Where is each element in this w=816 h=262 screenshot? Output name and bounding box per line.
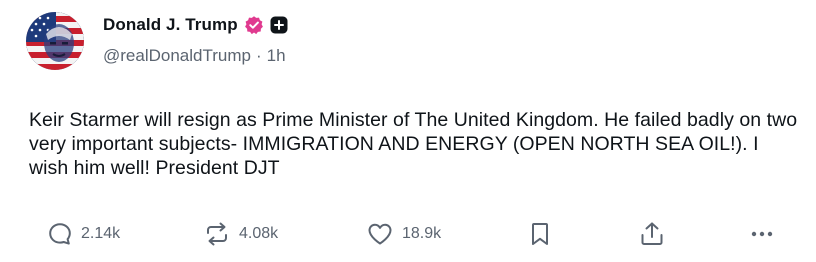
repost-count: 4.08k <box>239 225 279 242</box>
author-display-name[interactable]: Donald J. Trump <box>103 15 238 35</box>
bookmark-icon <box>528 220 552 248</box>
author-handle[interactable]: @realDonaldTrump <box>103 46 251 66</box>
bookmark-button[interactable] <box>528 216 552 252</box>
repost-button[interactable]: 4.08k <box>203 216 278 252</box>
avatar-flag-portrait-icon <box>26 12 84 70</box>
plus-badge-icon <box>270 16 288 34</box>
heart-icon <box>366 221 394 247</box>
post-timestamp[interactable]: 1h <box>267 46 286 66</box>
author-name-row: Donald J. Trump <box>103 12 288 38</box>
reply-bubble-icon <box>47 221 73 247</box>
more-dots-icon <box>748 221 776 247</box>
post-header: Donald J. Trump @realDonaldTrump · 1h <box>103 12 288 70</box>
more-options-button[interactable] <box>748 216 776 252</box>
meta-separator: · <box>255 46 262 65</box>
share-upload-icon <box>638 220 666 248</box>
repost-arrows-icon <box>203 221 231 247</box>
reply-count: 2.14k <box>81 225 121 242</box>
post-card: Donald J. Trump @realDonaldTrump · 1h Ke… <box>0 0 816 262</box>
post-actions-bar: 2.14k 4.08k 18.9k <box>0 216 816 252</box>
avatar[interactable] <box>26 12 84 70</box>
verified-badge-icon <box>244 15 264 35</box>
post-text: Keir Starmer will resign as Prime Minist… <box>29 109 798 179</box>
like-button[interactable]: 18.9k <box>366 216 441 252</box>
reply-button[interactable]: 2.14k <box>47 216 120 252</box>
share-button[interactable] <box>638 216 666 252</box>
author-meta-row: @realDonaldTrump · 1h <box>103 46 288 66</box>
like-count: 18.9k <box>402 225 442 242</box>
